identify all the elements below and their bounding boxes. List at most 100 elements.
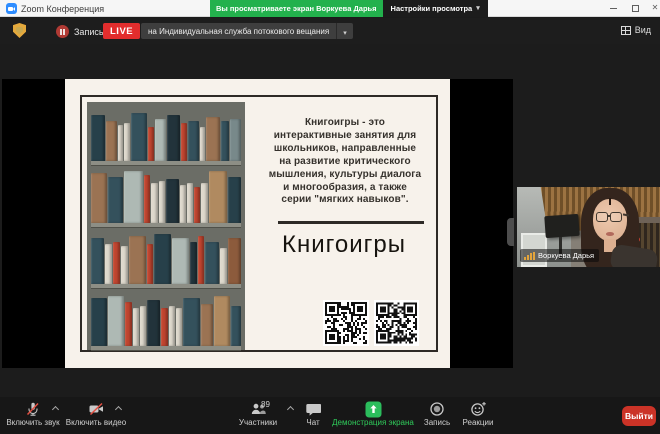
recording-status-label: Запись xyxy=(74,27,104,37)
participants-count: 89 xyxy=(261,400,270,409)
slide-divider-line xyxy=(278,221,424,224)
record-label: Запись xyxy=(424,418,450,428)
book-spine xyxy=(206,117,220,161)
book-spine xyxy=(147,300,160,346)
record-icon xyxy=(429,401,445,417)
participants-label: Участники xyxy=(239,418,277,428)
book-spine xyxy=(113,242,120,284)
record-button[interactable]: Запись xyxy=(418,400,456,431)
reactions-button[interactable]: Реакции xyxy=(456,400,500,431)
reactions-label: Реакции xyxy=(463,418,494,428)
chevron-down-icon: ▾ xyxy=(343,30,347,37)
mic-options-chevron[interactable] xyxy=(52,406,59,413)
reactions-smiley-icon xyxy=(470,401,487,417)
slide-body-line: серии "мягких навыков". xyxy=(255,194,435,207)
book-spine xyxy=(188,121,199,161)
app-title: Zoom Конференция xyxy=(21,4,104,14)
book-spine xyxy=(91,115,105,161)
book-spine xyxy=(118,125,123,161)
bookshelf-photo xyxy=(87,102,245,350)
view-settings-dropdown[interactable]: Настройки просмотра ▾ xyxy=(383,0,488,17)
book-spine xyxy=(183,298,199,346)
start-video-button[interactable]: Включить видео xyxy=(64,400,128,431)
slide-body-line: мышления, культуры диалога xyxy=(255,169,435,182)
unmute-label: Включить звук xyxy=(6,418,59,428)
book-spine xyxy=(154,234,171,284)
book-spine xyxy=(176,308,182,346)
video-camera-equipment xyxy=(544,214,579,238)
participant-video[interactable]: Воркуева Дарья xyxy=(517,187,660,267)
slide-body-line: интерактивные занятия для xyxy=(255,130,435,143)
view-button-label: Вид xyxy=(635,25,651,35)
meeting-top-bar: Запись LIVE на Индивидуальная служба пот… xyxy=(0,18,660,44)
chat-button[interactable]: Чат xyxy=(296,400,330,431)
chat-label: Чат xyxy=(306,418,319,428)
book-spine xyxy=(125,302,131,346)
leave-meeting-button[interactable]: Выйти xyxy=(622,406,656,426)
book-spine xyxy=(124,123,129,161)
recording-pause-icon[interactable] xyxy=(56,25,69,38)
encryption-shield-icon[interactable] xyxy=(13,23,26,38)
book-spine xyxy=(91,173,107,223)
connection-signal-icon xyxy=(524,252,535,260)
live-stream-dropdown[interactable]: на Индивидуальная служба потокового веща… xyxy=(141,23,353,39)
slide-body-line: школьников, направленные xyxy=(255,143,435,156)
book-spine xyxy=(148,127,153,161)
view-settings-label: Настройки просмотра xyxy=(391,4,473,13)
share-screen-button[interactable]: Демонстрация экрана xyxy=(330,400,416,431)
book-spine xyxy=(169,306,175,346)
meeting-toolbar: Включить звук Включить видео 89 Участник… xyxy=(0,397,660,434)
maximize-button[interactable] xyxy=(626,0,644,16)
book-spine xyxy=(200,127,205,161)
book-spine xyxy=(91,298,107,346)
book-spine xyxy=(228,238,241,284)
book-spine xyxy=(201,183,207,223)
view-layout-button[interactable]: Вид xyxy=(621,25,651,35)
book-spine xyxy=(166,179,179,223)
video-panel-collapse-handle[interactable] xyxy=(507,218,514,246)
book-spine xyxy=(105,244,112,284)
chevron-down-icon: ▾ xyxy=(476,5,480,12)
book-spine xyxy=(124,171,143,223)
participants-button[interactable]: 89 Участники xyxy=(226,400,290,431)
book-spine xyxy=(228,177,241,223)
share-screen-label: Демонстрация экрана xyxy=(332,418,414,428)
live-badge: LIVE xyxy=(103,23,140,39)
window-title-bar: Zoom Конференция Вы просматриваете экран… xyxy=(0,0,660,17)
share-screen-icon xyxy=(365,401,382,418)
slide-body-line: на развитие критического xyxy=(255,156,435,169)
minimize-button[interactable] xyxy=(604,0,622,16)
book-spine xyxy=(167,115,181,161)
book-spine xyxy=(129,236,146,284)
minimize-icon xyxy=(610,8,617,9)
slide-body-text: Книгоигры - этоинтерактивные занятия для… xyxy=(255,117,435,207)
mic-muted-icon xyxy=(25,401,41,417)
meeting-stage: Книгоигры - этоинтерактивные занятия для… xyxy=(0,44,660,397)
slide-body-line: и многообразия, а также xyxy=(255,182,435,195)
shared-screen-area: Книгоигры - этоинтерактивные занятия для… xyxy=(2,79,513,368)
zoom-logo-icon xyxy=(6,3,17,14)
qr-code-icon xyxy=(323,300,369,346)
live-stream-label: на Индивидуальная служба потокового веща… xyxy=(148,27,329,36)
video-options-chevron[interactable] xyxy=(115,406,122,413)
participant-name: Воркуева Дарья xyxy=(538,251,594,260)
book-spine xyxy=(133,308,139,346)
slide-title: Книгоигры xyxy=(282,231,406,259)
book-spine xyxy=(187,183,193,223)
presentation-slide: Книгоигры - этоинтерактивные занятия для… xyxy=(65,79,450,368)
book-spine xyxy=(198,236,205,284)
book-spine xyxy=(91,238,104,284)
close-icon: ✕ xyxy=(652,4,659,12)
book-spine xyxy=(172,238,189,284)
close-button[interactable]: ✕ xyxy=(646,0,660,16)
book-spine xyxy=(181,123,186,161)
book-spine xyxy=(180,185,186,223)
camera-off-icon xyxy=(88,401,105,417)
book-spine xyxy=(140,306,146,346)
participants-options-chevron[interactable] xyxy=(287,406,294,413)
book-spine xyxy=(190,242,197,284)
book-spine xyxy=(108,296,124,346)
unmute-button[interactable]: Включить звук xyxy=(4,400,62,431)
book-spine xyxy=(151,183,157,223)
book-spine xyxy=(209,171,228,223)
